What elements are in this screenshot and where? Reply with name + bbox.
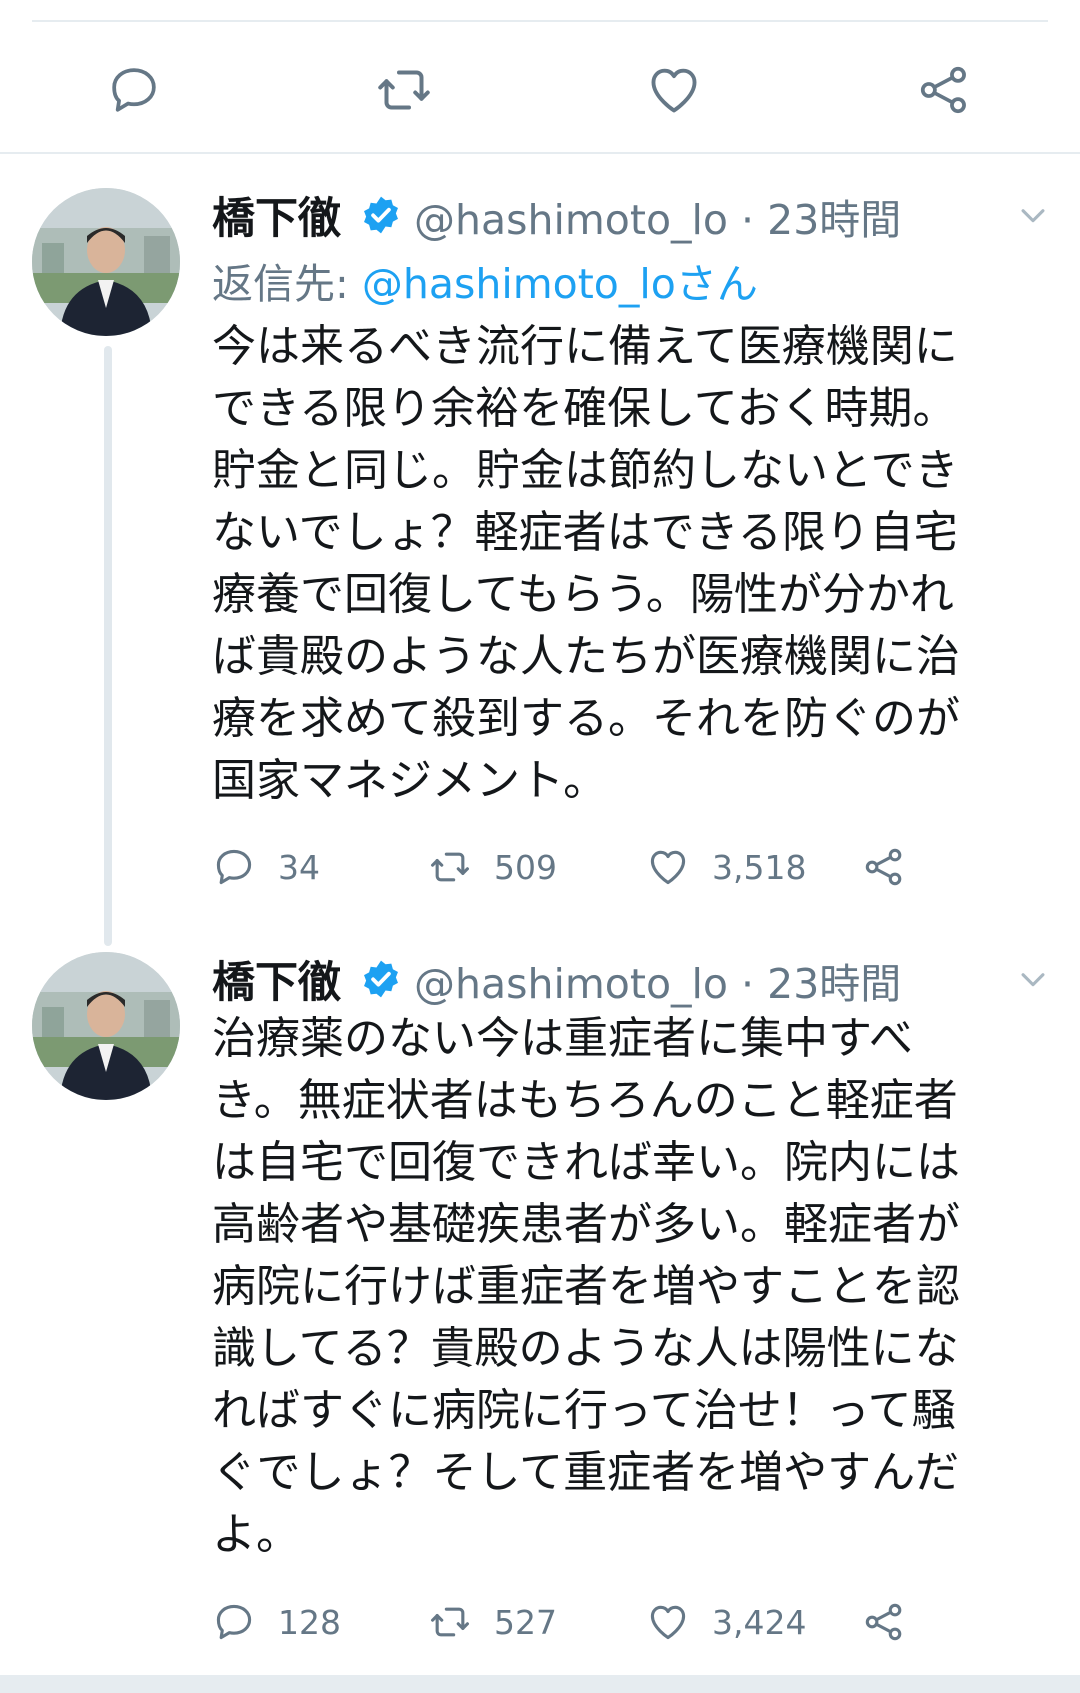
share-icon <box>920 66 966 114</box>
heart-icon <box>650 1605 686 1640</box>
reply-button[interactable] <box>102 58 166 122</box>
retweet-icon <box>431 852 469 882</box>
bottom-divider <box>0 1675 1080 1693</box>
reply-to-label: 返信先: <box>212 260 362 308</box>
like-count: 3,518 <box>712 847 807 887</box>
chevron-down-icon[interactable] <box>1016 962 1050 996</box>
tweet-text: 今は来るべき流行に備えて医療機関に できる限り余裕を確保しておく時期。 貯金と同… <box>212 321 960 806</box>
share-button[interactable] <box>912 58 976 122</box>
like-button[interactable]: 3,518 <box>646 842 806 892</box>
tweet-text: 治療薬のない今は重症者に集中すべ き。無症状者はもちろんのこと軽症者 は自宅で回… <box>212 1013 960 1560</box>
reply-to-line: 返信先: @hashimoto_loさん <box>212 250 758 310</box>
retweet-button[interactable] <box>372 58 436 122</box>
retweet-count: 509 <box>494 847 557 887</box>
like-button[interactable] <box>642 58 706 122</box>
share-button[interactable] <box>862 1597 906 1647</box>
heart-icon <box>650 850 686 885</box>
thread-connector-line <box>104 346 112 946</box>
section-divider <box>0 152 1080 154</box>
verified-badge-icon <box>364 960 398 998</box>
heart-icon <box>651 68 697 113</box>
retweet-button[interactable]: 527 <box>428 1597 557 1647</box>
avatar[interactable] <box>32 188 180 336</box>
author-handle-time[interactable]: @hashimoto_lo · 23時間 <box>414 186 901 246</box>
reply-button[interactable]: 128 <box>212 1597 341 1647</box>
author-name[interactable]: 橋下徹 <box>212 948 341 1010</box>
reply-icon <box>216 849 252 885</box>
author-name[interactable]: 橋下徹 <box>212 184 341 246</box>
reply-count: 128 <box>278 1602 341 1642</box>
reply-count: 34 <box>278 847 320 887</box>
verified-badge-icon <box>364 196 398 234</box>
avatar[interactable] <box>32 952 180 1100</box>
like-button[interactable]: 3,424 <box>646 1597 806 1647</box>
reply-icon <box>112 68 156 112</box>
retweet-count: 527 <box>494 1602 557 1642</box>
share-icon <box>865 1603 902 1641</box>
author-handle-time[interactable]: @hashimoto_lo · 23時間 <box>414 950 901 1010</box>
like-count: 3,424 <box>712 1602 807 1642</box>
retweet-button[interactable]: 509 <box>428 842 557 892</box>
reply-to-mention-link[interactable]: @hashimoto_loさん <box>362 260 758 308</box>
reply-icon <box>216 1604 252 1640</box>
reply-button[interactable]: 34 <box>212 842 320 892</box>
share-button[interactable] <box>862 842 906 892</box>
retweet-icon <box>378 70 430 110</box>
chevron-down-icon[interactable] <box>1016 198 1050 232</box>
top-divider <box>32 20 1048 22</box>
retweet-icon <box>431 1607 469 1637</box>
share-icon <box>865 848 902 886</box>
